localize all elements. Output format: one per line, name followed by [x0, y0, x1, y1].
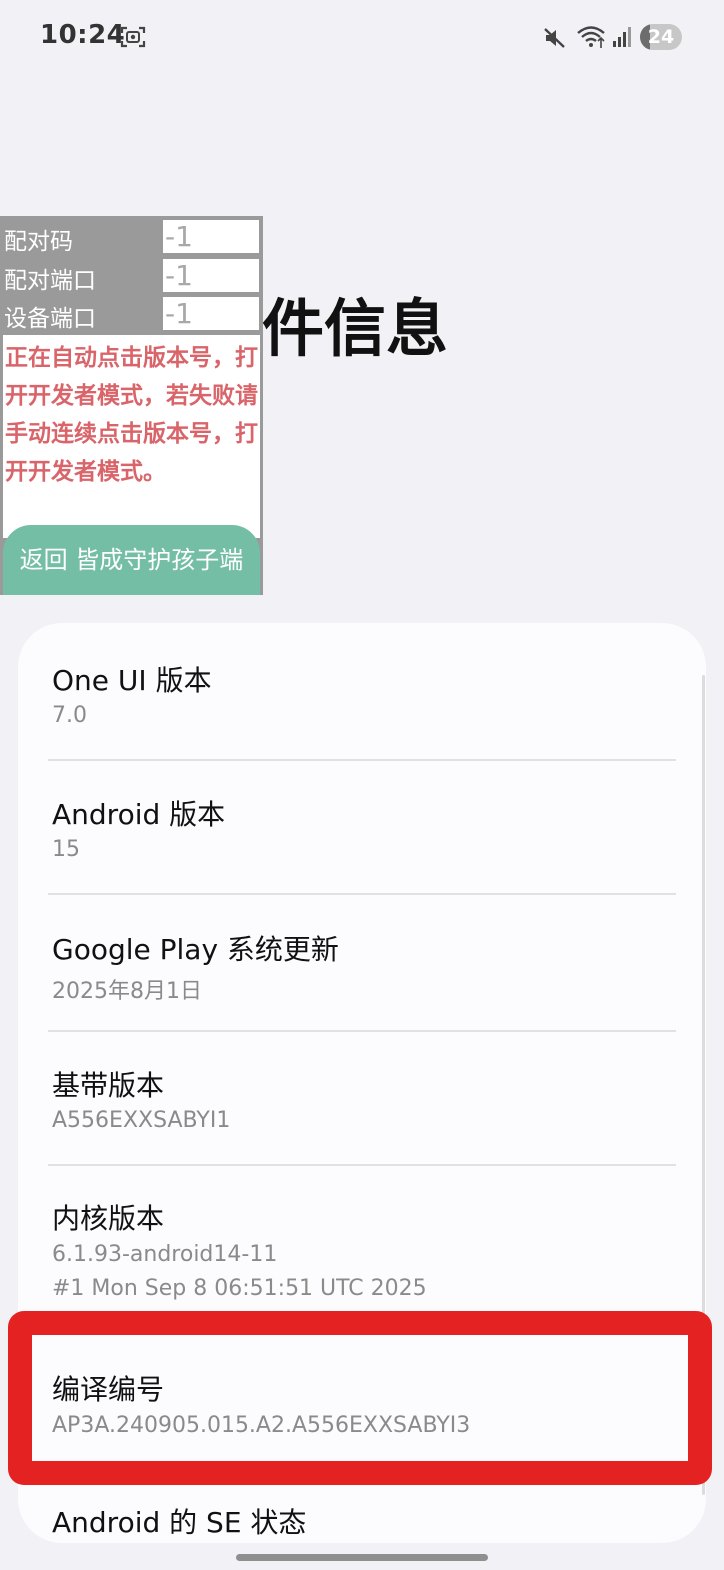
baseband-version-value: A556EXXSABYI1: [52, 1108, 231, 1133]
wifi-icon: [577, 26, 605, 48]
auto-click-message: 正在自动点击版本号，打开开发者模式，若失败请手动连续点击版本号，打开开发者模式。: [3, 335, 260, 538]
kernel-version-value: 6.1.93-android14-11: [52, 1242, 278, 1267]
home-indicator[interactable]: [236, 1554, 488, 1561]
pair-port-row: 配对端口: [0, 257, 263, 295]
signal-icon: [613, 27, 631, 47]
google-play-update-title: Google Play 系统更新: [52, 933, 339, 966]
se-status-title: Android 的 SE 状态: [52, 1506, 307, 1539]
pair-port-input[interactable]: [163, 259, 259, 292]
battery-level: 24: [647, 26, 675, 48]
pair-port-label: 配对端口: [4, 268, 96, 294]
back-button[interactable]: 返回 皆成守护孩子端: [3, 525, 260, 595]
android-version-title: Android 版本: [52, 798, 226, 831]
device-port-label: 设备端口: [4, 306, 96, 332]
kernel-build-date: #1 Mon Sep 8 06:51:51 UTC 2025: [52, 1276, 427, 1301]
battery-indicator: 24: [640, 24, 682, 50]
device-port-row: 设备端口: [0, 295, 263, 333]
list-item-one-ui-version[interactable]: One UI 版本 7.0: [18, 623, 706, 759]
google-play-update-value: 2025年8月1日: [52, 979, 202, 1004]
baseband-version-title: 基带版本: [52, 1069, 165, 1102]
one-ui-version-title: One UI 版本: [52, 664, 212, 697]
list-item-android-version[interactable]: Android 版本 15: [18, 760, 706, 894]
screenshot-icon: [120, 26, 146, 48]
pair-code-row: 配对码: [0, 218, 263, 256]
list-item-se-status[interactable]: Android 的 SE 状态: [18, 1485, 706, 1543]
status-bar: 10:24 24: [0, 0, 724, 76]
list-item-google-play-update[interactable]: Google Play 系统更新 2025年8月1日: [18, 894, 706, 1030]
list-item-kernel-version[interactable]: 内核版本 6.1.93-android14-11 #1 Mon Sep 8 06…: [18, 1165, 706, 1325]
list-item-baseband-version[interactable]: 基带版本 A556EXXSABYI1: [18, 1031, 706, 1165]
pair-code-label: 配对码: [4, 229, 73, 255]
mute-icon: [544, 28, 565, 48]
android-version-value: 15: [52, 837, 80, 862]
build-number-highlight: [8, 1311, 712, 1485]
pair-code-input[interactable]: [163, 220, 259, 253]
status-time: 10:24: [40, 20, 126, 50]
device-port-input[interactable]: [163, 297, 259, 330]
kernel-version-title: 内核版本: [52, 1202, 165, 1235]
one-ui-version-value: 7.0: [52, 703, 87, 728]
